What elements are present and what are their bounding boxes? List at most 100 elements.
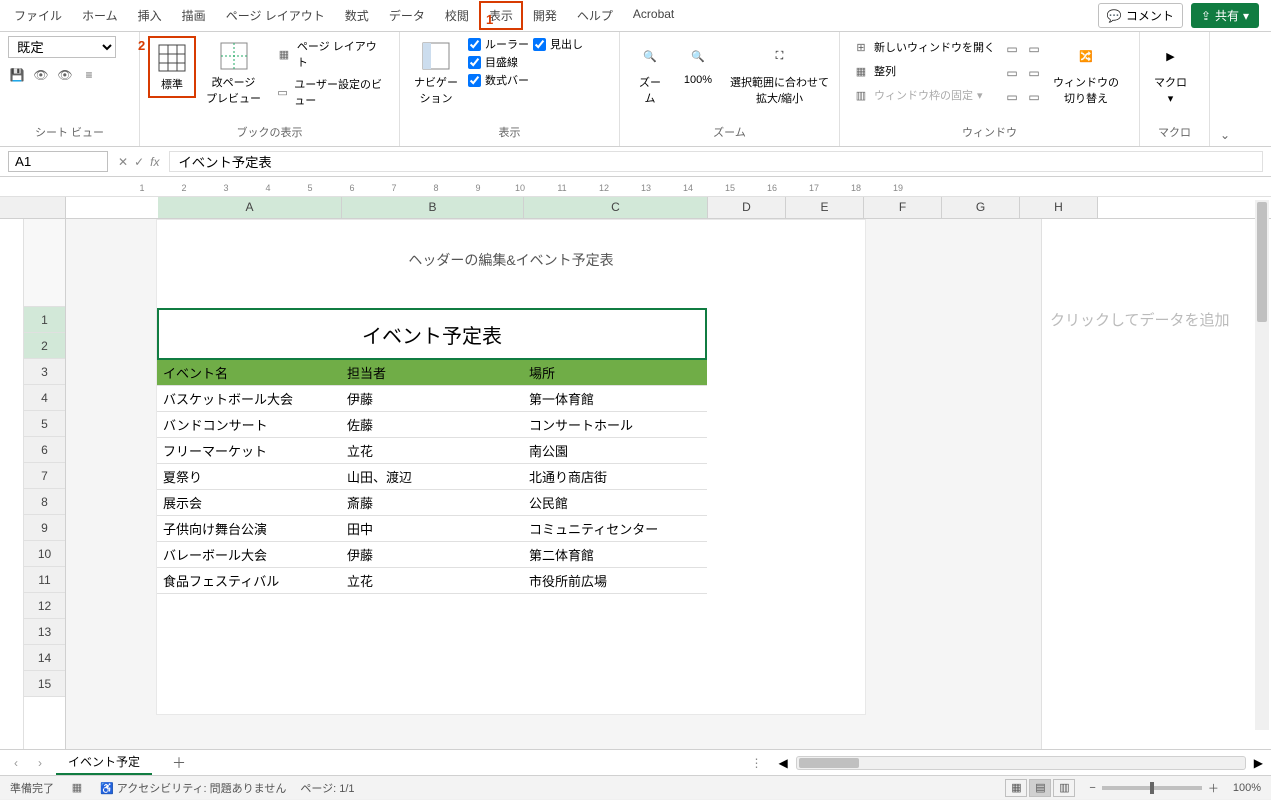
table-cell[interactable]: 食品フェスティバル	[157, 568, 341, 593]
page-header[interactable]: ヘッダーの編集&イベント予定表	[157, 250, 865, 308]
list-icon[interactable]: ≡	[80, 66, 98, 84]
table-cell[interactable]: 斎藤	[341, 490, 523, 515]
zoom100-button[interactable]: 🔍100%	[676, 36, 720, 90]
table-cell[interactable]: コミュニティセンター	[523, 516, 707, 541]
confirm-icon[interactable]: ✓	[134, 155, 144, 169]
menu-item-3[interactable]: 描画	[172, 1, 216, 30]
hscroll-right[interactable]: ▶	[1254, 756, 1263, 770]
view-normal-button[interactable]: ▦	[1005, 779, 1027, 797]
sheet-tab-active[interactable]: イベント予定	[56, 750, 152, 775]
table-cell[interactable]: 展示会	[157, 490, 341, 515]
name-box[interactable]	[8, 151, 108, 172]
col-header-A[interactable]: A	[158, 197, 342, 218]
table-cell[interactable]: 伊藤	[341, 386, 523, 411]
zoom-fit-button[interactable]: ⛶選択範囲に合わせて 拡大/縮小	[724, 36, 835, 110]
table-cell[interactable]: バスケットボール大会	[157, 386, 341, 411]
ribbon-collapse[interactable]: ⌄	[1210, 32, 1240, 146]
table-cell[interactable]: コンサートホール	[523, 412, 707, 437]
side-pane[interactable]: クリックしてデータを追加	[1041, 219, 1271, 749]
win-icon-2[interactable]: ▭	[1003, 64, 1021, 82]
table-title-cell[interactable]: イベント予定表	[157, 308, 707, 360]
row-header-1[interactable]: 1	[24, 307, 65, 333]
table-cell[interactable]: 第一体育館	[523, 386, 707, 411]
stats-icon[interactable]: ▦	[68, 779, 86, 797]
formulabar-checkbox[interactable]: 数式バー	[468, 72, 529, 88]
row-header-6[interactable]: 6	[24, 437, 65, 463]
row-header-15[interactable]: 15	[24, 671, 65, 697]
zoom-slider[interactable]: − ＋	[1089, 780, 1218, 796]
win-icon-4[interactable]: ▭	[1025, 40, 1043, 58]
table-cell[interactable]: バレーボール大会	[157, 542, 341, 567]
row-header-9[interactable]: 9	[24, 515, 65, 541]
eye2-icon[interactable]: 👁	[56, 66, 74, 84]
table-cell[interactable]: 北通り商店街	[523, 464, 707, 489]
customview-button[interactable]: ▭ユーザー設定のビュー	[271, 74, 391, 110]
row-header-4[interactable]: 4	[24, 385, 65, 411]
vertical-scrollbar[interactable]	[1255, 200, 1269, 730]
view-pagebreak-button[interactable]: ▥	[1053, 779, 1075, 797]
menu-item-6[interactable]: データ	[379, 1, 435, 30]
menu-item-0[interactable]: ファイル	[4, 1, 72, 30]
col-header-E[interactable]: E	[786, 197, 864, 218]
table-cell[interactable]: 公民館	[523, 490, 707, 515]
switch-window-button[interactable]: 🔀ウィンドウの 切り替え	[1047, 36, 1125, 110]
tab-next[interactable]: ›	[32, 756, 48, 770]
ruler-checkbox[interactable]: ルーラー	[468, 36, 529, 52]
new-window-button[interactable]: ⊞新しいウィンドウを開く	[848, 36, 999, 58]
navigation-button[interactable]: ナビゲー ション	[408, 36, 464, 110]
table-cell[interactable]: 市役所前広場	[523, 568, 707, 593]
freeze-button[interactable]: ▥ウィンドウ枠の固定▾	[848, 84, 999, 106]
win-icon-1[interactable]: ▭	[1003, 40, 1021, 58]
horizontal-scrollbar[interactable]	[796, 756, 1246, 770]
fx-icon[interactable]: fx	[150, 155, 159, 169]
table-cell[interactable]: 立花	[341, 438, 523, 463]
view-pagelayout-button[interactable]: ▤	[1029, 779, 1051, 797]
headings-checkbox[interactable]: 見出し	[533, 36, 583, 52]
table-cell[interactable]: フリーマーケット	[157, 438, 341, 463]
win-icon-5[interactable]: ▭	[1025, 64, 1043, 82]
macro-button[interactable]: ▶マクロ▾	[1148, 36, 1193, 109]
zoom-button[interactable]: 🔍ズーム	[628, 36, 672, 110]
row-header-11[interactable]: 11	[24, 567, 65, 593]
table-cell[interactable]: バンドコンサート	[157, 412, 341, 437]
col-header-F[interactable]: F	[864, 197, 942, 218]
normal-view-button[interactable]: 標準	[148, 36, 196, 98]
table-cell[interactable]: 子供向け舞台公演	[157, 516, 341, 541]
zoom-in[interactable]: ＋	[1208, 780, 1219, 796]
win-icon-3[interactable]: ▭	[1003, 88, 1021, 106]
menu-item-5[interactable]: 数式	[335, 1, 379, 30]
win-icon-6[interactable]: ▭	[1025, 88, 1043, 106]
row-header-10[interactable]: 10	[24, 541, 65, 567]
menu-item-7[interactable]: 校閲	[435, 1, 479, 30]
share-button[interactable]: ⇪ 共有 ▾	[1191, 3, 1259, 28]
menu-item-9[interactable]: 開発	[523, 1, 567, 30]
zoom-value[interactable]: 100%	[1233, 782, 1261, 794]
table-header-cell[interactable]: 担当者	[341, 360, 523, 385]
add-sheet-button[interactable]: ＋	[160, 750, 198, 776]
menu-item-10[interactable]: ヘルプ	[567, 1, 623, 30]
row-header-12[interactable]: 12	[24, 593, 65, 619]
col-header-H[interactable]: H	[1020, 197, 1098, 218]
table-cell[interactable]: 山田、渡辺	[341, 464, 523, 489]
row-header-5[interactable]: 5	[24, 411, 65, 437]
col-header-B[interactable]: B	[342, 197, 524, 218]
table-header-cell[interactable]: イベント名	[157, 360, 341, 385]
tab-prev[interactable]: ‹	[8, 756, 24, 770]
table-cell[interactable]: 第二体育館	[523, 542, 707, 567]
gridlines-checkbox[interactable]: 目盛線	[468, 54, 529, 70]
table-cell[interactable]: 伊藤	[341, 542, 523, 567]
col-header-C[interactable]: C	[524, 197, 708, 218]
table-cell[interactable]: 立花	[341, 568, 523, 593]
table-cell[interactable]: 田中	[341, 516, 523, 541]
col-header-D[interactable]: D	[708, 197, 786, 218]
row-header-3[interactable]: 3	[24, 359, 65, 385]
accessibility-status[interactable]: ♿ アクセシビリティ: 問題ありません	[100, 780, 286, 796]
menu-item-4[interactable]: ページ レイアウト	[216, 1, 335, 30]
col-header-G[interactable]: G	[942, 197, 1020, 218]
pagelayout-button[interactable]: ▦ページ レイアウト	[271, 36, 391, 72]
menu-item-2[interactable]: 挿入	[128, 1, 172, 30]
table-cell[interactable]: 佐藤	[341, 412, 523, 437]
eye-icon[interactable]: 👁	[32, 66, 50, 84]
tab-options[interactable]: ⋮	[743, 756, 771, 770]
table-cell[interactable]: 夏祭り	[157, 464, 341, 489]
